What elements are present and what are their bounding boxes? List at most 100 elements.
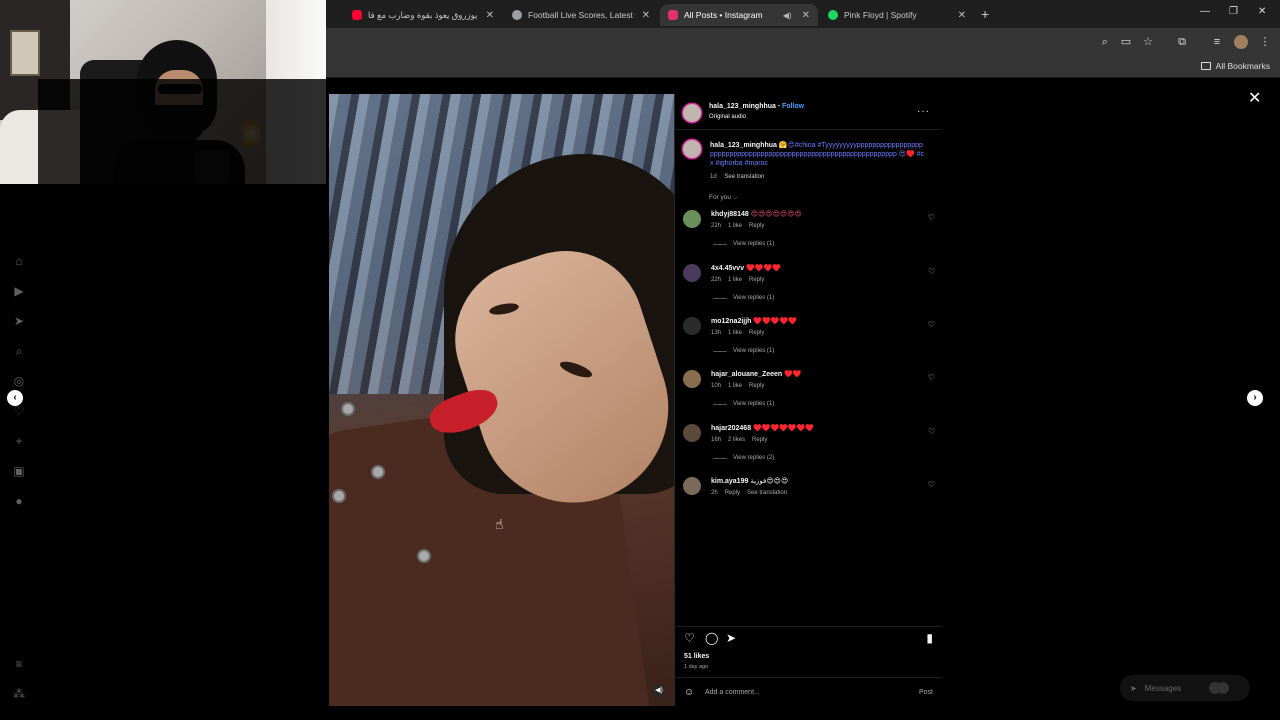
close-tab-icon[interactable]: ✕ — [958, 10, 966, 21]
comment-avatar[interactable] — [683, 210, 701, 228]
cast-icon[interactable]: ▭ — [1119, 35, 1133, 49]
tab-youtube[interactable]: يوزروق يعوذ بقوة وضارب مع فا ✕ — [344, 4, 502, 26]
view-replies-button[interactable]: View replies (1) — [713, 348, 774, 354]
close-tab-icon[interactable]: ✕ — [486, 10, 494, 21]
tab-instagram[interactable]: All Posts • Instagram ◀) ✕ — [660, 4, 818, 26]
messages-button[interactable]: ➤ Messages — [1120, 675, 1250, 701]
reply-button[interactable]: Reply — [749, 383, 764, 389]
like-comment-heart-icon[interactable]: ♡ — [928, 480, 935, 489]
comment-body: khdyj88148 😍😍😍😍😍😍😍 — [711, 210, 911, 219]
comment-meta: 10h 1 like Reply — [711, 383, 771, 389]
minimize-icon[interactable]: — — [1200, 6, 1210, 17]
comment-avatar[interactable] — [683, 264, 701, 282]
direct-icon[interactable]: ➤ — [12, 314, 26, 328]
profile-avatar[interactable] — [1234, 35, 1248, 49]
comment-username[interactable]: hajar202468 — [711, 425, 751, 432]
reply-button[interactable]: Reply — [725, 490, 740, 496]
media-control-icon[interactable]: ≡ — [1210, 35, 1224, 49]
comment-avatar[interactable] — [683, 424, 701, 442]
caption: hala_123_minghhua 🤗😊#china #Tyyyyyyyyypp… — [710, 141, 925, 168]
comment-like-count[interactable]: 1 like — [728, 277, 742, 283]
close-icon[interactable]: ✕ — [1248, 88, 1261, 108]
like-heart-icon[interactable]: ♡ — [684, 631, 695, 645]
like-comment-heart-icon[interactable]: ♡ — [928, 267, 935, 276]
notifications-icon[interactable]: ♡ — [12, 404, 26, 418]
view-replies-button[interactable]: View replies (1) — [713, 241, 774, 247]
zoom-icon[interactable]: ⌕ — [1098, 35, 1112, 49]
also-from-meta-icon[interactable]: ⁂ — [12, 687, 26, 701]
likes-count[interactable]: 51 likes — [684, 653, 709, 660]
comment-sort-dropdown[interactable]: For you ⌵ — [709, 194, 738, 202]
profile-icon[interactable]: ● — [12, 494, 26, 508]
more-options-icon[interactable]: ··· — [917, 106, 930, 117]
dashboard-icon[interactable]: ▣ — [12, 464, 26, 478]
close-tab-icon[interactable]: ✕ — [642, 10, 650, 21]
post-video[interactable]: ☝ ◀) — [329, 94, 674, 706]
close-tab-icon[interactable]: ✕ — [802, 10, 810, 21]
like-comment-heart-icon[interactable]: ♡ — [928, 373, 935, 382]
volume-icon[interactable]: ◀) — [652, 684, 666, 698]
comment-avatar[interactable] — [683, 317, 701, 335]
bookmark-star-icon[interactable]: ☆ — [1141, 35, 1155, 49]
save-bookmark-icon[interactable]: ▮ — [926, 631, 933, 645]
create-icon[interactable]: + — [12, 434, 26, 448]
search-icon[interactable]: ⌕ — [12, 344, 26, 358]
author-username[interactable]: hala_123_minghhua — [709, 103, 776, 110]
home-icon[interactable]: ⌂ — [12, 254, 26, 268]
more-menu-icon[interactable]: ≡ — [12, 657, 26, 671]
comment-time: 22h — [711, 277, 722, 283]
all-bookmarks-button[interactable]: All Bookmarks — [1200, 61, 1270, 71]
emoji-icon[interactable]: ☺ — [684, 687, 694, 698]
post-comment-button[interactable]: Post — [919, 689, 933, 696]
reply-button[interactable]: Reply — [749, 330, 764, 336]
new-tab-button[interactable]: + — [981, 6, 989, 22]
comment-like-count[interactable]: 1 like — [728, 330, 742, 336]
explore-icon[interactable]: ◎ — [12, 374, 26, 388]
comment-username[interactable]: 4x4.45vvv — [711, 265, 744, 272]
tab-football[interactable]: Football Live Scores, Latest Foo ✕ — [504, 4, 658, 26]
author-avatar[interactable] — [683, 104, 701, 122]
previous-post-arrow-icon[interactable]: ‹ — [7, 390, 23, 406]
next-post-arrow-icon[interactable]: › — [1247, 390, 1263, 406]
comment-avatar[interactable] — [683, 477, 701, 495]
comment-avatar[interactable] — [683, 370, 701, 388]
messages-icon: ➤ — [1130, 683, 1137, 693]
follow-button[interactable]: Follow — [782, 103, 804, 110]
view-replies-button[interactable]: View replies (1) — [713, 401, 774, 407]
comment-bubble-icon[interactable]: ◯ — [705, 631, 718, 645]
reply-button[interactable]: Reply — [749, 223, 764, 229]
reply-button[interactable]: Reply — [752, 437, 767, 443]
reply-button[interactable]: Reply — [749, 277, 764, 283]
comment-like-count[interactable]: 2 likes — [728, 437, 745, 443]
like-comment-heart-icon[interactable]: ♡ — [928, 427, 935, 436]
comment-username[interactable]: kim.aya199 — [711, 478, 748, 485]
replies-divider — [713, 350, 727, 352]
close-window-icon[interactable]: ✕ — [1258, 6, 1266, 17]
tab-spotify[interactable]: Pink Floyd | Spotify ✕ — [820, 4, 974, 26]
extensions-icon[interactable]: ⧉ — [1175, 35, 1189, 49]
comment-username[interactable]: khdyj88148 — [711, 211, 749, 218]
view-replies-button[interactable]: View replies (2) — [713, 455, 774, 461]
caption-avatar[interactable] — [683, 140, 701, 158]
post-date: 1 day ago — [684, 664, 709, 670]
comment-username[interactable]: mo12na2ijjh — [711, 318, 751, 325]
restore-icon[interactable]: ❐ — [1229, 6, 1238, 17]
comment-body: kim.aya199 فوزية😍😍😍 — [711, 477, 911, 486]
reels-icon[interactable]: ▶ — [12, 284, 26, 298]
see-translation-link[interactable]: See translation — [747, 490, 787, 496]
see-translation-link[interactable]: See translation — [724, 174, 764, 180]
original-audio-link[interactable]: Original audio — [709, 114, 746, 120]
share-icon[interactable]: ➤ — [726, 631, 736, 645]
comment-like-count[interactable]: 1 like — [728, 223, 742, 229]
caption-username[interactable]: hala_123_minghhua — [710, 142, 777, 149]
speaker-icon[interactable]: ◀) — [783, 11, 792, 20]
view-replies-button[interactable]: View replies (1) — [713, 295, 774, 301]
like-comment-heart-icon[interactable]: ♡ — [928, 320, 935, 329]
view-replies-label: View replies (1) — [733, 348, 775, 354]
comment-like-count[interactable]: 1 like — [728, 383, 742, 389]
like-comment-heart-icon[interactable]: ♡ — [928, 213, 935, 222]
menu-icon[interactable]: ⋮ — [1258, 35, 1272, 49]
comment-username[interactable]: hajar_alouane_Zeeen — [711, 371, 782, 378]
comment-input[interactable]: Add a comment... — [705, 689, 760, 696]
video-shirt-button — [417, 549, 431, 563]
